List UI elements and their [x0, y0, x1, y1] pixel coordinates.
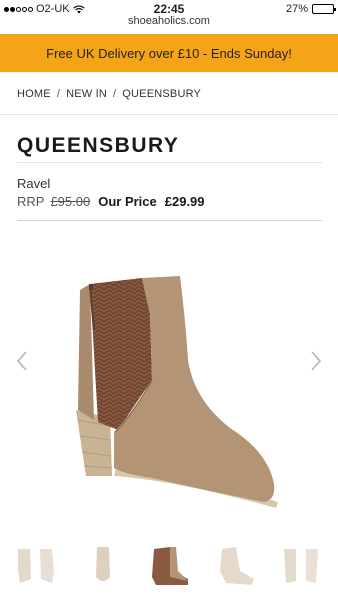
divider: [17, 220, 322, 221]
price-row: RRP £95.00 Our Price £29.99: [17, 194, 205, 209]
thumbnail-back[interactable]: [77, 540, 129, 592]
thumbnail-sole[interactable]: [275, 540, 327, 592]
battery-percent: 27%: [285, 3, 308, 15]
our-price-label: Our Price: [98, 194, 157, 209]
divider: [0, 114, 338, 115]
chevron-left-icon[interactable]: [12, 346, 32, 376]
battery-icon: [312, 4, 336, 14]
product-brand[interactable]: Ravel: [17, 176, 50, 191]
rrp-price: £95.00: [50, 194, 91, 209]
breadcrumb-separator: /: [56, 88, 61, 100]
thumbnail-side[interactable]: [143, 540, 195, 592]
breadcrumb-new-in[interactable]: NEW IN: [66, 88, 107, 100]
promo-banner[interactable]: Free UK Delivery over £10 - Ends Sunday!: [0, 34, 338, 72]
rrp-label: RRP: [17, 194, 45, 209]
breadcrumb-current[interactable]: QUEENSBURY: [122, 88, 201, 100]
thumbnail-angle[interactable]: [209, 540, 261, 592]
product-gallery: [0, 230, 338, 520]
our-price-value: £29.99: [164, 194, 205, 209]
battery-status: 27%: [285, 3, 336, 15]
breadcrumb-separator: /: [113, 88, 117, 100]
product-title: QUEENSBURY: [17, 134, 180, 157]
breadcrumb-home[interactable]: HOME: [17, 88, 51, 100]
url-bar[interactable]: shoeaholics.com: [0, 15, 338, 27]
breadcrumb: HOME / NEW IN / QUEENSBURY: [17, 88, 201, 100]
promo-text: Free UK Delivery over £10 - Ends Sunday!: [46, 45, 292, 61]
thumbnail-front-pair[interactable]: [11, 540, 63, 592]
product-main-image[interactable]: [54, 270, 284, 510]
chevron-right-icon[interactable]: [306, 346, 326, 376]
divider: [17, 162, 322, 163]
thumbnail-strip: [0, 538, 338, 594]
